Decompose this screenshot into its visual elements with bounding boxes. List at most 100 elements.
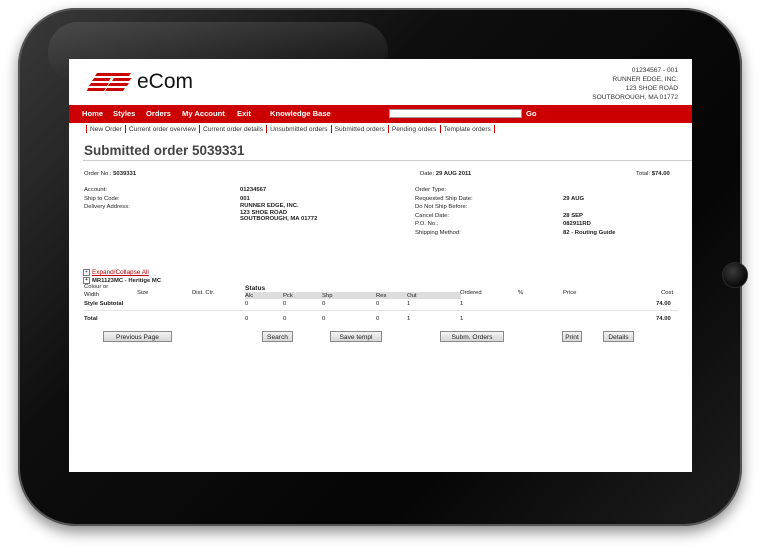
subnav-divider [387,125,389,133]
delivery-address: RUNNER EDGE, INC. 123 SHOE ROAD SOUTBORO… [240,203,317,223]
ship-code-label: Ship to Code: [84,195,120,202]
details-button[interactable]: Details [603,331,634,342]
total-shp: 0 [322,316,326,322]
subnav-unsubmitted-orders[interactable]: Unsubmitted orders [270,126,328,133]
col-colour: Colour or [84,284,109,290]
account-label: Account: [84,187,107,193]
delivery-label: Delivery Address: [84,204,130,210]
subnav-divider [198,125,200,133]
account-street: 123 SHOE ROAD [625,85,678,92]
search-button[interactable]: Search [262,331,293,342]
account-header: 01234567 - 001 RUNNER EDGE, INC. 123 SHO… [592,66,678,102]
submit-orders-button[interactable]: Subm. Orders [440,331,504,342]
subnav-submitted-orders[interactable]: Submitted orders [335,126,385,133]
subtotal-alc: 0 [245,300,249,307]
expand-collapse-all[interactable]: + Expand/Collapse All [83,269,149,276]
subnav-divider [493,125,495,133]
col-size: Size [137,289,149,296]
cancel-label: Cancel Date: [415,212,450,219]
search-input[interactable] [389,109,522,118]
ship-code-value: 001 [240,195,250,202]
total-pck: 0 [283,316,287,322]
col-width: Width [84,291,100,298]
total-label: Total: [636,171,651,177]
account-number: 01234567 - 001 [631,67,678,74]
save-template-button[interactable]: Save templ [330,331,382,342]
account-name: RUNNER EDGE, INC. [612,76,678,83]
brand-name: eCom [137,70,194,93]
nav-styles[interactable]: Styles [113,109,135,118]
total-ordered: 1 [460,316,464,322]
col-cost: Cost [661,289,674,296]
total-row-label: Total [84,316,98,322]
delivery-line-3: SOUTBOROUGH, MA 01772 [240,216,318,223]
shipping-method-label: Shipping Method: [415,229,461,236]
nav-knowledge-base[interactable]: Knowledge Base [270,109,331,118]
nav-orders[interactable]: Orders [146,109,171,118]
subtotal-ordered: 1 [460,300,464,307]
row-divider [83,310,678,311]
page-title: Submitted order 5039331 [84,143,245,158]
total-field: Total: $74.00 [636,170,670,178]
sub-nav: New Order Current order overview Current o… [83,125,498,135]
home-button[interactable] [722,262,748,288]
po-label: P.O. No.: [415,221,439,227]
subnav-divider [124,125,126,133]
req-ship-label: Requested Ship Date: [415,195,473,202]
req-ship-value: 29 AUG [563,195,585,202]
nav-home[interactable]: Home [82,109,103,118]
col-ordered: Ordered [460,289,482,296]
total-value: $74.00 [651,171,670,177]
subtotal-out: 1 [407,300,411,307]
subnav-pending-orders[interactable]: Pending orders [392,126,437,133]
plus-icon: + [83,277,90,284]
date-field: Date: 29 AUG 2011 [420,170,471,178]
order-type-label: Order Type: [415,187,446,193]
col-pct: % [518,289,524,296]
shipping-method-value: 82 - Routing Guide [563,229,616,236]
total-out: 1 [407,316,411,322]
col-price: Price [563,289,577,296]
subnav-divider [266,125,268,133]
subnav-divider [439,125,441,133]
subnav-new-order[interactable]: New Order [90,126,122,133]
subnav-divider [330,125,332,133]
logo[interactable]: eCom [87,69,197,97]
account-value: 01234567 [240,187,267,193]
subtotal-label: Style Subtotal [84,300,124,307]
expand-collapse-label: Expand/Collapse All [92,269,149,277]
subnav-current-order-details[interactable]: Current order details [203,126,263,133]
subnav-divider [86,125,87,133]
order-no-field: Order No.: 5039331 [84,170,136,178]
delivery-line-1: RUNNER EDGE, INC. [240,203,299,209]
previous-page-button[interactable]: Previous Page [103,331,172,342]
delivery-line-2: 123 SHOE ROAD [240,209,288,216]
go-button[interactable]: Go [526,109,537,118]
total-alc: 0 [245,316,249,322]
total-cost: 74.00 [656,316,671,322]
print-button[interactable]: Print [562,331,582,342]
plus-icon: + [83,269,90,276]
cancel-value: 28 SEP [563,212,583,219]
col-colour-width: Colour or Width [84,284,108,299]
order-no-label: Order No.: [84,171,112,177]
total-res: 0 [376,316,380,322]
subtotal-shp: 0 [322,300,326,307]
main-nav: Home Styles Orders My Account Exit Knowl… [69,105,692,123]
screen: eCom 01234567 - 001 RUNNER EDGE, INC. 12… [69,59,692,472]
order-no-value: 5039331 [113,171,137,177]
nav-my-account[interactable]: My Account [182,109,225,118]
col-dist-ctr: Dist. Ctr. [192,289,215,296]
status-header-bar [245,292,461,299]
po-value: 082911RD [563,221,591,227]
account-city: SOUTBOROUGH, MA 01772 [592,94,678,101]
subnav-current-order-overview[interactable]: Current order overview [129,126,196,133]
subtotal-pck: 0 [283,300,287,307]
date-value: 29 AUG 2011 [435,171,472,177]
date-label: Date: [420,171,435,177]
no-ship-label: Do Not Ship Before: [415,204,468,210]
nav-exit[interactable]: Exit [237,109,251,118]
subtotal-cost: 74.00 [656,300,671,307]
subnav-template-orders[interactable]: Template orders [444,126,491,133]
nb-logo-icon [87,73,132,91]
